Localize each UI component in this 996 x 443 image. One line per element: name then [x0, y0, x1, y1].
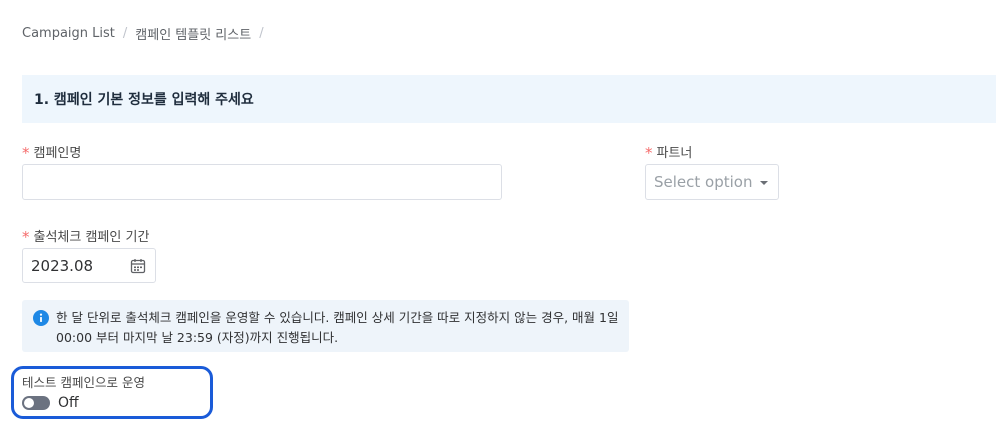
- required-mark: *: [22, 227, 30, 246]
- period-date-input[interactable]: 2023.08: [22, 248, 156, 283]
- partner-select[interactable]: Select option: [645, 164, 779, 200]
- test-campaign-label: 테스트 캠페인으로 운영: [22, 375, 145, 390]
- breadcrumb-separator: /: [259, 26, 264, 41]
- partner-label-text: 파트너: [656, 146, 693, 161]
- test-campaign-switch[interactable]: [22, 396, 50, 410]
- switch-knob: [24, 398, 34, 408]
- period-date-value: 2023.08: [31, 256, 94, 275]
- required-mark: *: [645, 143, 653, 162]
- breadcrumb-item-campaign-list[interactable]: Campaign List: [22, 26, 115, 41]
- campaign-name-label: * 캠페인명: [22, 142, 82, 162]
- calendar-icon[interactable]: [130, 258, 146, 274]
- chevron-down-icon: [760, 181, 769, 185]
- section-header: 1. 캠페인 기본 정보를 입력해 주세요: [22, 75, 996, 123]
- required-mark: *: [22, 143, 30, 162]
- period-label: * 출석체크 캠페인 기간: [22, 226, 150, 246]
- section-title: 1. 캠페인 기본 정보를 입력해 주세요: [34, 92, 254, 108]
- campaign-form-page: Campaign List / 캠페인 템플릿 리스트 / 1. 캠페인 기본 …: [0, 0, 996, 443]
- test-campaign-state: Off: [58, 395, 79, 411]
- breadcrumb: Campaign List / 캠페인 템플릿 리스트 /: [22, 24, 272, 43]
- breadcrumb-separator: /: [122, 26, 128, 41]
- period-label-text: 출석체크 캠페인 기간: [33, 230, 150, 245]
- info-alert: 한 달 단위로 출석체크 캠페인을 운영할 수 있습니다. 캠페인 상세 기간을…: [22, 300, 629, 352]
- breadcrumb-item-template-list[interactable]: 캠페인 템플릿 리스트: [135, 24, 251, 43]
- info-icon: [33, 310, 49, 326]
- partner-label: * 파트너: [645, 142, 693, 162]
- info-alert-text: 한 달 단위로 출석체크 캠페인을 운영할 수 있습니다. 캠페인 상세 기간을…: [56, 310, 619, 345]
- campaign-name-input[interactable]: [22, 164, 502, 200]
- campaign-name-label-text: 캠페인명: [33, 146, 82, 161]
- partner-select-placeholder: Select option: [654, 173, 753, 191]
